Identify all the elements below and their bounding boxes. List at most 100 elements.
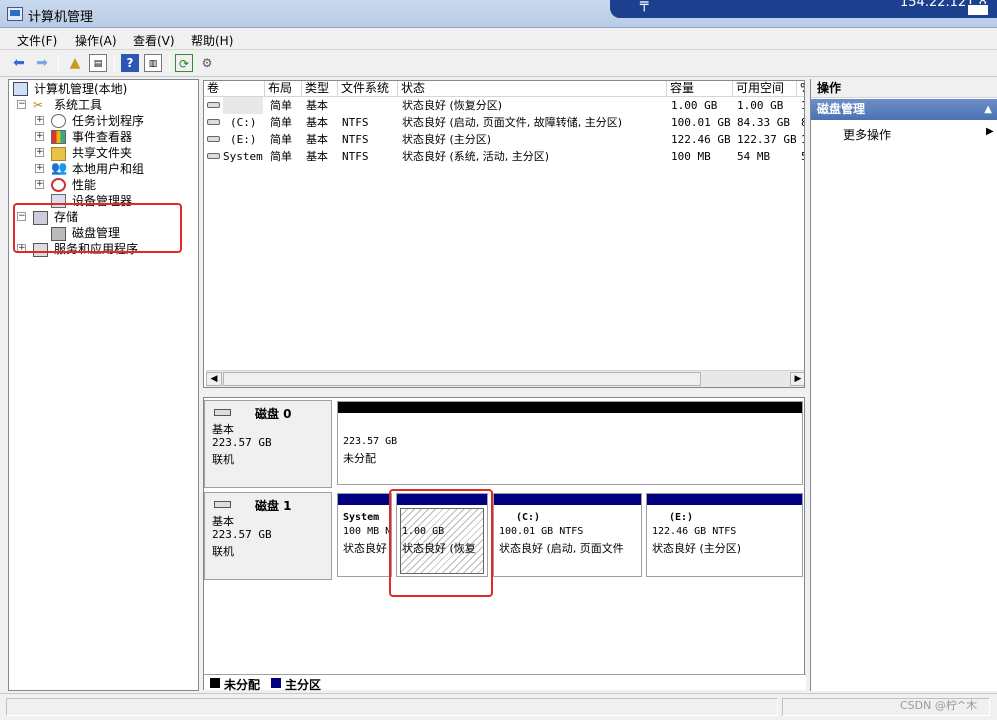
tree-storage-label: 存储 (54, 210, 79, 224)
cell-free: 122.37 GB (737, 133, 797, 146)
disk-0-label[interactable]: 磁盘 0 基本 223.57 GB 联机 (204, 400, 332, 488)
disk-size: 223.57 GB (212, 528, 272, 541)
collapse-up-icon[interactable]: ▲ (984, 99, 992, 120)
cell-volume: (E:) (230, 133, 257, 146)
volume-icon (207, 102, 220, 108)
column-header-capacity[interactable]: 容量 (667, 81, 733, 97)
scroll-right-icon[interactable]: ▶ (790, 372, 804, 386)
expand-icon[interactable]: + (17, 244, 26, 253)
expand-icon[interactable]: + (35, 164, 44, 173)
column-header-type[interactable]: 类型 (302, 81, 338, 97)
help-icon[interactable]: ? (121, 54, 139, 72)
partition-size: 223.57 GB (343, 436, 398, 447)
cell-capacity: 100.01 GB (671, 116, 731, 129)
column-header-fs[interactable]: 文件系统 (338, 81, 398, 97)
scroll-thumb[interactable] (223, 372, 701, 386)
forward-arrow-icon[interactable]: ➡ (33, 54, 51, 72)
partition-e[interactable]: (E:) 122.46 GB NTFS 状态良好 (主分区) (646, 493, 803, 577)
device-manager-icon (51, 194, 66, 208)
expand-icon[interactable]: + (35, 132, 44, 141)
collapse-icon[interactable]: − (17, 212, 26, 221)
primary-partition-bar (494, 494, 641, 505)
partition-size: 122.46 GB NTFS (652, 526, 737, 537)
partition-system[interactable]: System 100 MB N 状态良好 (337, 493, 392, 577)
volume-icon (207, 136, 220, 142)
toolbar-separator (58, 55, 59, 72)
table-row[interactable]: 简单 基本 状态良好 (恢复分区) 1.00 GB 1.00 GB 1 (204, 97, 804, 114)
disk-kind: 基本 (212, 515, 234, 528)
actions-header: 操作 (811, 79, 997, 98)
partition-c[interactable]: (C:) 100.01 GB NTFS 状态良好 (启动, 页面文件 (493, 493, 642, 577)
cell-type: 基本 (306, 116, 328, 129)
actions-pane: 操作 磁盘管理 ▲ 更多操作 ▶ (810, 79, 997, 691)
back-arrow-icon[interactable]: ⬅ (10, 54, 28, 72)
cell-pct: 1 (801, 97, 804, 114)
column-header-pct[interactable]: % (797, 81, 804, 97)
column-header-volume[interactable]: 卷 (204, 81, 265, 97)
pin-icon[interactable]: ╤ (640, 0, 648, 12)
services-icon (33, 243, 48, 257)
legend-unallocated: 未分配 (224, 678, 261, 692)
expand-icon[interactable]: + (35, 116, 44, 125)
scroll-left-icon[interactable]: ◀ (206, 372, 222, 386)
properties-icon[interactable]: ▥ (144, 54, 162, 72)
cell-capacity: 100 MB (671, 150, 711, 163)
partition-recovery[interactable]: 1.00 GB 状态良好 (恢复 (396, 493, 488, 577)
volume-icon (207, 119, 220, 125)
tree-device-manager-label: 设备管理器 (72, 194, 133, 208)
legend-primary: 主分区 (285, 678, 322, 692)
cell-fs: NTFS (342, 150, 369, 163)
tree-shared-folders-label: 共享文件夹 (72, 146, 133, 160)
menu-action[interactable]: 操作(A) (75, 32, 117, 49)
column-header-free[interactable]: 可用空间 (733, 81, 797, 97)
disk-management-icon (51, 227, 66, 241)
tree-root-label: 计算机管理(本地) (34, 82, 128, 96)
navigation-tree: 计算机管理(本地) − ✂ 系统工具 + 任务计划程序 + 事件查看器 + 共享… (8, 79, 199, 691)
partition-size: 1.00 GB (402, 526, 445, 537)
event-log-icon (51, 130, 66, 144)
partition-title: (E:) (669, 512, 694, 523)
disk-1-label[interactable]: 磁盘 1 基本 223.57 GB 联机 (204, 492, 332, 580)
expand-icon[interactable]: + (35, 180, 44, 189)
menu-file[interactable]: 文件(F) (17, 32, 57, 49)
tree-disk-management-label: 磁盘管理 (72, 226, 121, 240)
table-row[interactable]: System 简单 基本 NTFS 状态良好 (系统, 活动, 主分区) 100… (204, 148, 804, 165)
shared-folder-icon (51, 147, 66, 161)
status-bar (0, 693, 997, 720)
users-icon: 👥 (51, 161, 68, 176)
disk-0-unallocated[interactable]: 223.57 GB 未分配 (337, 401, 803, 485)
show-hide-tree-icon[interactable]: ▤ (89, 54, 107, 72)
partition-status: 状态良好 (343, 542, 387, 555)
tree-task-scheduler-label: 任务计划程序 (72, 114, 145, 128)
storage-icon (33, 211, 48, 225)
column-header-layout[interactable]: 布局 (265, 81, 302, 97)
partition-size: 100 MB N (343, 526, 392, 537)
primary-swatch (271, 678, 281, 688)
computer-icon (13, 82, 28, 96)
toolbar-separator (114, 55, 115, 72)
table-row[interactable]: (C:) 简单 基本 NTFS 状态良好 (启动, 页面文件, 故障转储, 主分… (204, 114, 804, 131)
menu-view[interactable]: 查看(V) (133, 32, 175, 49)
cell-pct: 1 (801, 131, 804, 148)
table-row[interactable]: (E:) 简单 基本 NTFS 状态良好 (主分区) 122.46 GB 122… (204, 131, 804, 148)
refresh-icon[interactable]: ⟳ (175, 54, 193, 72)
up-folder-icon[interactable]: ▲ (66, 54, 84, 72)
remote-session-bar: ╤ 154.22.121.8 (610, 0, 997, 18)
cell-free: 54 MB (737, 150, 771, 163)
actions-section-disk-management[interactable]: 磁盘管理 ▲ (811, 99, 997, 120)
more-actions[interactable]: 更多操作 (843, 126, 891, 143)
tree-performance-label: 性能 (72, 178, 97, 192)
column-header-status[interactable]: 状态 (398, 81, 667, 97)
primary-partition-bar (647, 494, 802, 505)
collapse-icon[interactable]: − (17, 100, 26, 109)
tree-system-tools-label: 系统工具 (54, 98, 103, 112)
window-title: 计算机管理 (28, 10, 94, 25)
cell-volume: System (223, 150, 263, 163)
horizontal-scrollbar[interactable]: ◀ ▶ (206, 370, 804, 387)
expand-icon[interactable]: + (35, 148, 44, 157)
menu-help[interactable]: 帮助(H) (191, 32, 233, 49)
restore-icon[interactable] (967, 4, 989, 16)
tools-icon: ✂ (33, 98, 44, 112)
settings-icon[interactable]: ⚙ (198, 54, 216, 72)
cell-fs: NTFS (342, 116, 369, 129)
